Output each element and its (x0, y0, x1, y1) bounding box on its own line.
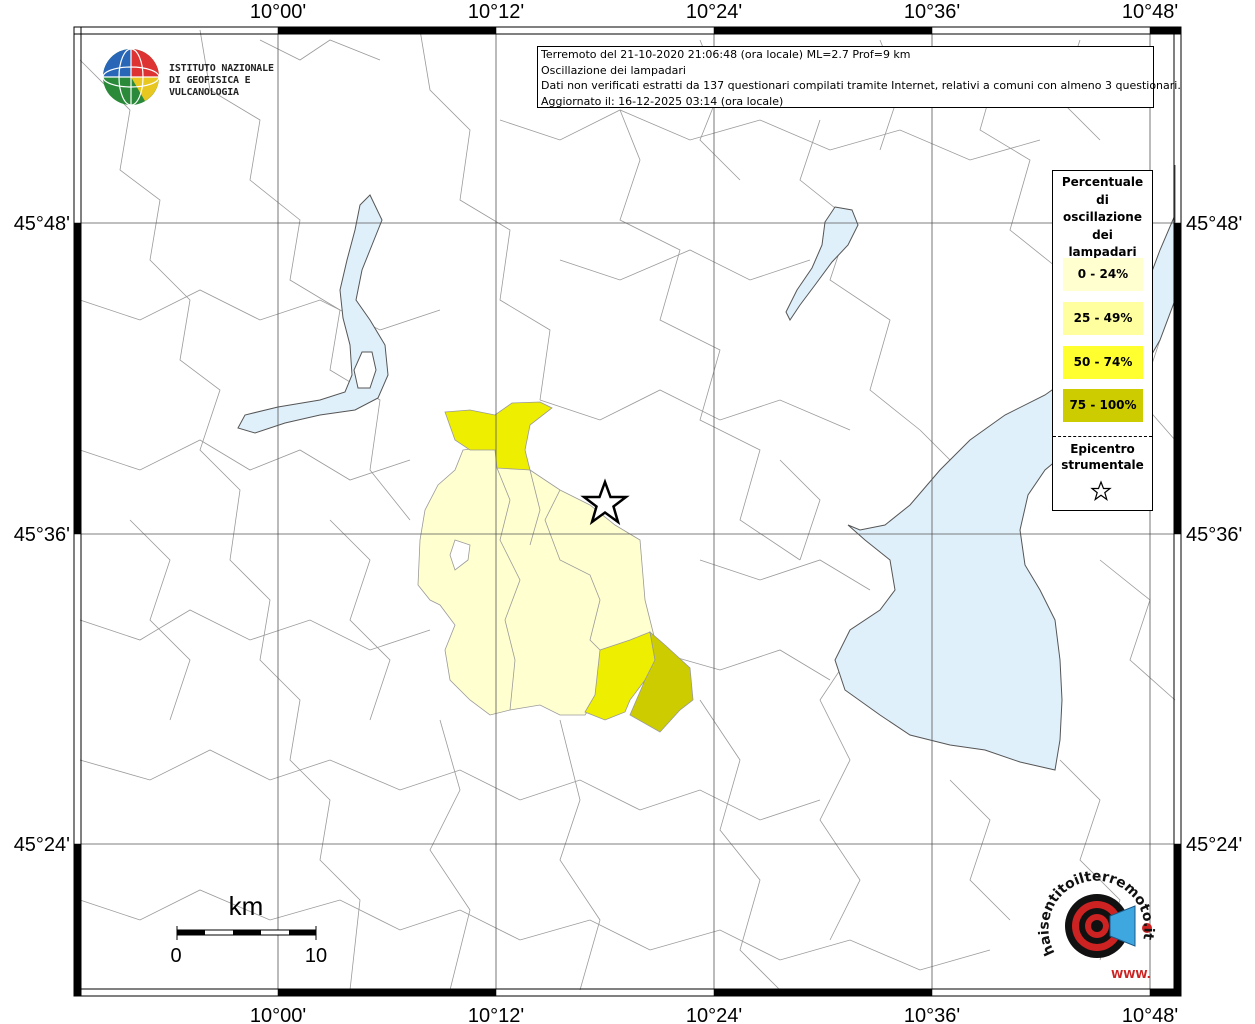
legend-epicenter-label: Epicentro strumentale (1053, 441, 1152, 473)
legend-epicenter-line2: strumentale (1061, 458, 1144, 472)
lat-label-right-2: 45°36' (1186, 524, 1242, 546)
lat-label-left-2: 45°36' (14, 524, 70, 546)
legend-class-0-24: 0 - 24% (1063, 258, 1143, 291)
legend-divider (1053, 436, 1152, 437)
lon-label-top-1: 10°00' (250, 1, 306, 23)
legend-class-75-100: 75 - 100% (1063, 389, 1143, 422)
ingv-name-line1: ISTITUTO NAZIONALE (169, 63, 274, 74)
scale-end-label: 10 (305, 945, 327, 967)
lat-label-right-1: 45°48' (1186, 213, 1242, 235)
scale-start-label: 0 (170, 945, 181, 967)
legend-epicenter-line1: Epicentro (1070, 442, 1135, 456)
lon-label-top-4: 10°36' (904, 1, 960, 23)
lon-label-bottom-4: 10°36' (904, 1005, 960, 1024)
haisentito-www: WWW. (1111, 968, 1151, 981)
legend-class-25-49: 25 - 49% (1063, 302, 1143, 335)
lat-label-right-3: 45°24' (1186, 834, 1242, 856)
ingv-name-line2: DI GEOFISICA E VULCANOLOGIA (169, 75, 251, 98)
info-updated: Aggiornato il: 16-12-2025 03:14 (ora loc… (541, 94, 784, 108)
scale-unit-label: km (229, 891, 264, 921)
legend: Percentuale di oscillazione dei lampadar… (1052, 170, 1153, 511)
info-map-type: Oscillazione dei lampadari (541, 63, 686, 77)
lat-label-left-1: 45°48' (14, 213, 70, 235)
info-event: Terremoto del 21-10-2020 21:06:48 (ora l… (541, 48, 911, 61)
lat-label-left-3: 45°24' (14, 834, 70, 856)
ingv-globe-icon (102, 48, 160, 106)
lon-label-bottom-3: 10°24' (686, 1005, 742, 1024)
lon-label-bottom-2: 10°12' (468, 1005, 524, 1024)
info-data-source: Dati non verificati estratti da 137 ques… (541, 79, 1181, 92)
legend-class-50-74: 50 - 74% (1063, 346, 1143, 379)
legend-title: Percentuale di oscillazione dei lampadar… (1053, 171, 1152, 262)
lon-label-bottom-1: 10°00' (250, 1005, 306, 1024)
scale-bar: km 0 10 (170, 891, 327, 967)
lon-label-top-2: 10°12' (468, 1, 524, 23)
haisentito-logo: haisentitoilterremoto.it WWW. (1036, 869, 1156, 981)
lon-label-top-5: 10°48' (1122, 1, 1178, 23)
earthquake-info-box: Terremoto del 21-10-2020 21:06:48 (ora l… (537, 46, 1181, 108)
legend-title-line2: di (1096, 192, 1109, 207)
legend-title-line4: dei (1092, 227, 1113, 242)
ingv-logo: ISTITUTO NAZIONALE DI GEOFISICA E VULCAN… (101, 47, 316, 109)
lon-label-top-3: 10°24' (686, 1, 742, 23)
legend-star-icon (1090, 480, 1112, 502)
legend-title-line3: oscillazione (1063, 210, 1142, 224)
lon-label-bottom-5: 10°48' (1122, 1005, 1178, 1024)
legend-title-line1: Percentuale (1061, 175, 1144, 189)
